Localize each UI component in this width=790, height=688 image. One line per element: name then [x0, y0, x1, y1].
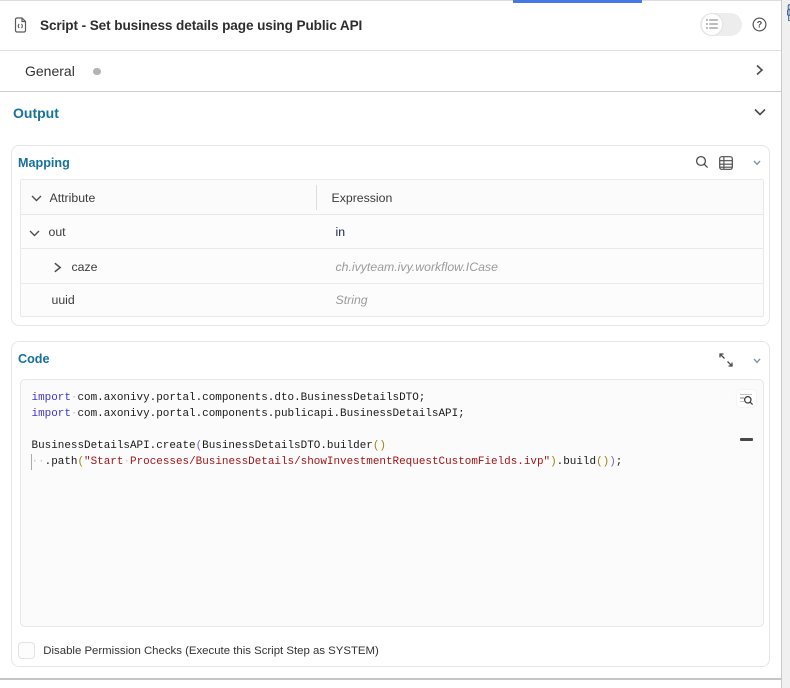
svg-text:?: ?: [757, 20, 763, 30]
